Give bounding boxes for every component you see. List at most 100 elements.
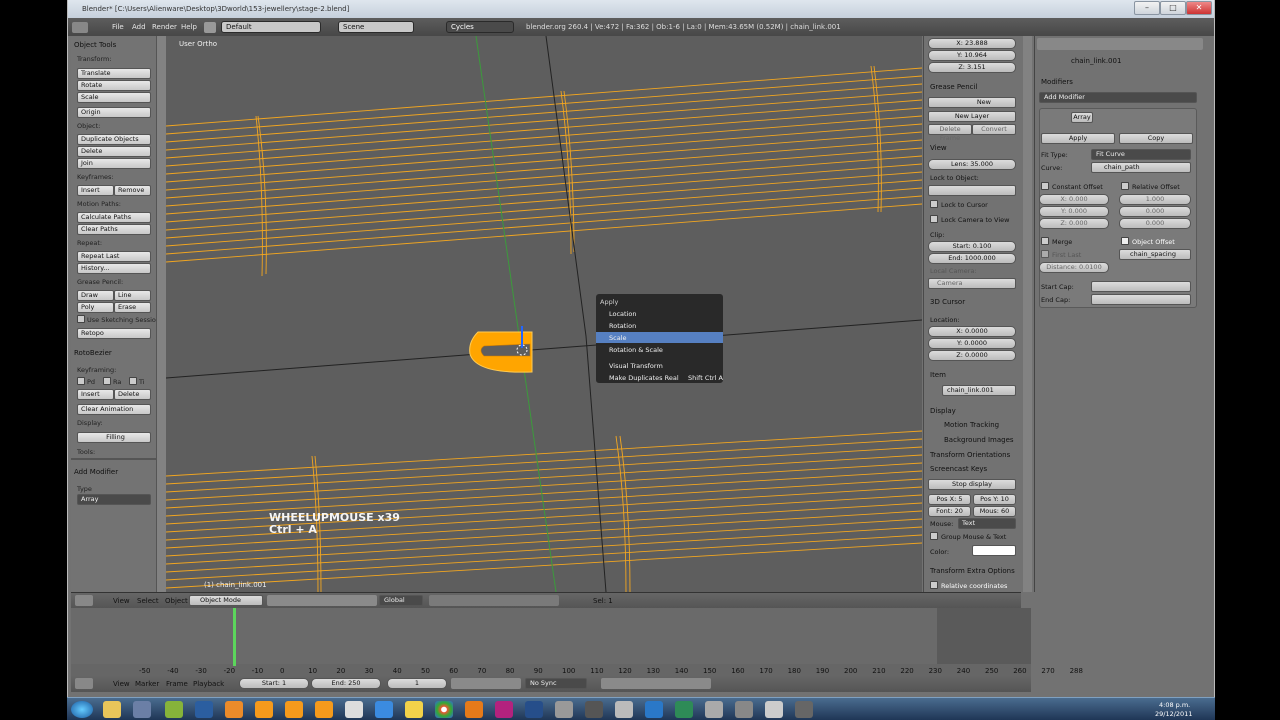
firefox-icon[interactable] [225, 701, 243, 718]
curve-field[interactable]: chain_path [1091, 162, 1191, 173]
camera-field[interactable]: Camera [928, 278, 1016, 289]
mode-select[interactable]: Object Mode [189, 595, 263, 606]
blender-icon[interactable] [255, 701, 273, 718]
translate-button[interactable]: Translate [77, 68, 151, 79]
remove-keyframe-button[interactable]: Remove [114, 185, 151, 196]
transform-extra-options-header[interactable]: Transform Extra Options [930, 567, 1015, 575]
apply-rotation-scale-item[interactable]: Rotation & Scale [609, 346, 663, 354]
display-header[interactable]: Display [930, 407, 956, 415]
insert-keyframe-button[interactable]: Insert [77, 185, 114, 196]
object-tools-header[interactable]: Object Tools [74, 41, 116, 49]
pos-y-field[interactable]: Pos Y: 10 [973, 494, 1016, 505]
editor-type-icon[interactable] [75, 595, 93, 606]
modifier-type-select[interactable]: Array [77, 494, 151, 505]
delete-rotobezier-button[interactable]: Delete [114, 389, 151, 400]
new-gpencil-button[interactable]: New [928, 97, 1016, 108]
rotobezier-header[interactable]: RotoBezier [74, 349, 112, 357]
transform-orientations-header[interactable]: Transform Orientations [930, 451, 1010, 459]
apply-visual-transform-item[interactable]: Visual Transform [609, 362, 663, 370]
ti-checkbox[interactable] [129, 377, 137, 385]
timeline-area[interactable] [71, 608, 1021, 664]
cursor-y-field[interactable]: Y: 0.0000 [928, 338, 1016, 349]
app-icon[interactable] [133, 701, 151, 718]
origin-button[interactable]: Origin [77, 107, 151, 118]
view-header[interactable]: View [930, 144, 947, 152]
menu-playback[interactable]: Playback [193, 680, 224, 688]
orientation-select[interactable]: Global [379, 595, 423, 606]
menu-help[interactable]: Help [181, 23, 197, 31]
screencast-keys-header[interactable]: Screencast Keys [930, 465, 987, 473]
pos-x-field[interactable]: Pos X: 5 [928, 494, 971, 505]
delete-button[interactable]: Delete [77, 146, 151, 157]
line-button[interactable]: Line [114, 290, 151, 301]
join-button[interactable]: Join [77, 158, 151, 169]
make-duplicates-real-item[interactable]: Make Duplicates Real [609, 374, 679, 382]
render-engine-select[interactable]: Cycles [446, 21, 514, 33]
grease-pencil-header[interactable]: Grease Pencil [930, 83, 977, 91]
loc-x-field[interactable]: X: 23.888 [928, 38, 1016, 49]
add-modifier-select[interactable]: Add Modifier [1039, 92, 1197, 103]
apply-scale-item[interactable]: Scale [609, 334, 627, 342]
app-icon-4[interactable] [765, 701, 783, 718]
erase-button[interactable]: Erase [114, 302, 151, 313]
screen-layout-icon[interactable] [204, 22, 216, 33]
color-swatch[interactable] [972, 545, 1016, 556]
ra-checkbox[interactable] [103, 377, 111, 385]
draw-button[interactable]: Draw [77, 290, 114, 301]
illustrator-icon[interactable] [465, 701, 483, 718]
lock-camera-checkbox[interactable] [930, 215, 938, 223]
font-size-field[interactable]: Font: 20 [928, 506, 971, 517]
menu-select[interactable]: Select [137, 597, 159, 605]
app-icon-3[interactable] [735, 701, 753, 718]
copy-button[interactable]: Copy [1119, 133, 1193, 144]
menu-view[interactable]: View [113, 680, 130, 688]
loc-y-field[interactable]: Y: 10.964 [928, 50, 1016, 61]
pd-checkbox[interactable] [77, 377, 85, 385]
indesign-icon[interactable] [495, 701, 513, 718]
filling-button[interactable]: Filling [77, 432, 151, 443]
lock-cursor-checkbox[interactable] [930, 200, 938, 208]
poly-button[interactable]: Poly [77, 302, 114, 313]
cursor-x-field[interactable]: X: 0.0000 [928, 326, 1016, 337]
rotate-button[interactable]: Rotate [77, 80, 151, 91]
3d-cursor-header[interactable]: 3D Cursor [930, 298, 965, 306]
menu-view[interactable]: View [113, 597, 130, 605]
constant-offset-checkbox[interactable] [1041, 182, 1049, 190]
3d-viewport[interactable]: User Ortho (1) chain_link.001 WHEELUPMOU… [166, 36, 922, 592]
apply-button[interactable]: Apply [1041, 133, 1115, 144]
maximize-button[interactable]: □ [1160, 1, 1186, 15]
network-icon[interactable] [375, 701, 393, 718]
skype-icon[interactable] [645, 701, 663, 718]
clear-animation-button[interactable]: Clear Animation [77, 404, 151, 415]
history-button[interactable]: History... [77, 263, 151, 274]
menu-object[interactable]: Object [165, 597, 188, 605]
blender-icon-2[interactable] [285, 701, 303, 718]
lock-object-field[interactable] [928, 185, 1016, 196]
apply-rotation-item[interactable]: Rotation [609, 322, 636, 330]
sync-select[interactable]: No Sync [525, 678, 587, 689]
motion-tracking-header[interactable]: Motion Tracking [944, 421, 999, 429]
mouse-size-field[interactable]: Mous: 60 [973, 506, 1016, 517]
tool-icon[interactable] [555, 701, 573, 718]
shading-pivot-buttons[interactable] [267, 595, 377, 606]
fit-type-select[interactable]: Fit Curve [1091, 149, 1191, 160]
current-frame-field[interactable]: 1 [387, 678, 447, 689]
object-offset-checkbox[interactable] [1121, 237, 1129, 245]
current-frame-indicator[interactable] [233, 608, 236, 666]
retopo-button[interactable]: Retopo [77, 328, 151, 339]
cursor-z-field[interactable]: Z: 0.0000 [928, 350, 1016, 361]
photoshop-icon[interactable] [195, 701, 213, 718]
scene-select[interactable]: Scene [338, 21, 414, 33]
excel-icon[interactable] [675, 701, 693, 718]
background-images-header[interactable]: Background Images [944, 436, 1014, 444]
convert-button[interactable]: Convert [972, 124, 1016, 135]
rel-z-field[interactable]: 0.000 [1119, 218, 1191, 229]
menu-add[interactable]: Add [132, 23, 146, 31]
loc-z-field[interactable]: Z: 3.151 [928, 62, 1016, 73]
chrome-icon[interactable] [435, 701, 453, 718]
duplicate-button[interactable]: Duplicate Objects [77, 134, 151, 145]
unity-icon[interactable] [585, 701, 603, 718]
start-button-icon[interactable] [71, 701, 93, 718]
app-icon-5[interactable] [795, 701, 813, 718]
sketching-checkbox[interactable] [77, 315, 85, 323]
